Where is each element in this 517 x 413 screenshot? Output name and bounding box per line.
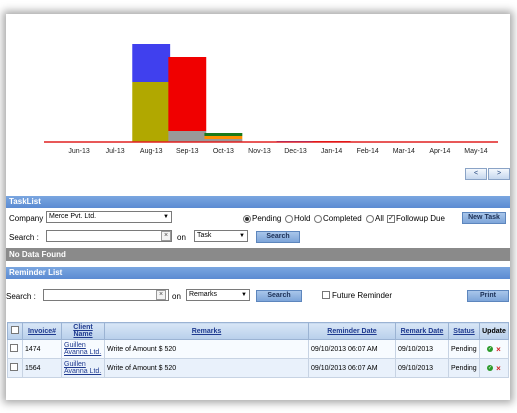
reminder-search-button[interactable]: Search <box>256 290 302 302</box>
update-cell: ✓ × <box>479 339 509 359</box>
status-cell: Pending <box>448 358 480 378</box>
reminder-table: Invoice# Client Name Remarks Reminder Da… <box>7 322 509 378</box>
select-all-header <box>7 322 23 340</box>
company-select-value: Merce Pvt. Ltd. <box>49 213 97 220</box>
task-search-button[interactable]: Search <box>256 231 300 243</box>
reminder-search-clear-icon[interactable]: × <box>156 290 166 300</box>
task-search-label: Search : <box>9 233 39 242</box>
x-tick-label: Apr-14 <box>429 148 450 155</box>
client-link[interactable]: Guillen Avanna Ltd. <box>64 342 101 356</box>
task-on-label: on <box>177 233 186 242</box>
x-tick-label: Sep-13 <box>176 148 199 155</box>
radio-all[interactable] <box>366 215 374 223</box>
remark-date-cell: 09/10/2013 <box>395 358 449 378</box>
x-tick-label: Dec-13 <box>284 148 307 155</box>
followup-label: Followup Due <box>396 214 445 223</box>
reminder-list-header: Reminder List <box>6 267 510 279</box>
chart-bar-oct-13-s5 <box>204 133 243 136</box>
client-link[interactable]: Guillen Avanna Ltd. <box>64 361 101 375</box>
future-reminder-checkbox[interactable] <box>322 291 330 299</box>
row-checkbox[interactable] <box>10 363 18 371</box>
tasklist-header: TaskList <box>6 196 510 208</box>
chart-bar-aug-13-s0 <box>132 82 171 142</box>
new-task-button[interactable]: New Task <box>462 212 506 224</box>
chart-bar-aug-13-s1 <box>132 44 171 82</box>
approve-icon[interactable]: ✓ <box>487 346 494 352</box>
x-tick-label: Jul-13 <box>106 148 125 155</box>
radio-completed-label: Completed <box>323 214 362 223</box>
radio-completed[interactable] <box>314 215 322 223</box>
remarks-cell: Write of Amount $ 520 <box>104 339 309 359</box>
print-button[interactable]: Print <box>467 290 509 302</box>
reminder-on-label: on <box>172 292 181 301</box>
reminder-date-cell: 09/10/2013 06:07 AM <box>308 358 396 378</box>
task-field-select[interactable]: Task ▼ <box>194 230 248 242</box>
app-frame: Jun-13 Jul-13 Aug-13 Sep-13 Oct-13 Nov-13 Dec-… <box>6 14 510 400</box>
x-tick-label: Aug-13 <box>140 148 163 155</box>
select-all-checkbox[interactable] <box>11 326 19 334</box>
column-header-invoice[interactable]: Invoice# <box>22 322 62 340</box>
company-select[interactable]: Merce Pvt. Ltd. ▼ <box>46 211 172 223</box>
x-tick-label: Mar-14 <box>393 148 415 155</box>
x-tick-label: Feb-14 <box>357 148 379 155</box>
table-row: 1564 Guillen Avanna Ltd. Write of Amount… <box>7 358 509 378</box>
radio-hold-label: Hold <box>294 214 311 223</box>
status-cell: Pending <box>448 339 480 359</box>
chart-tick-labels: Jun-13 Jul-13 Aug-13 Sep-13 Oct-13 Nov-13 Dec-… <box>68 148 487 155</box>
invoice-cell: 1564 <box>22 358 62 378</box>
chart-bar-sep-13-s2 <box>168 131 207 142</box>
radio-pending-label: Pending <box>252 214 282 223</box>
delete-icon[interactable]: × <box>496 364 501 373</box>
column-header-reminder-date[interactable]: Reminder Date <box>308 322 396 340</box>
approve-icon[interactable]: ✓ <box>487 365 494 371</box>
future-reminder-label: Future Reminder <box>332 291 393 300</box>
column-header-client[interactable]: Client Name <box>61 322 105 340</box>
reminder-field-select[interactable]: Remarks ▼ <box>186 289 250 301</box>
chart-bars <box>132 44 351 142</box>
x-tick-label: Nov-13 <box>248 148 271 155</box>
chevron-down-icon: ▼ <box>163 214 169 220</box>
prev-page-button[interactable]: < <box>465 168 487 180</box>
radio-hold[interactable] <box>285 215 293 223</box>
row-checkbox[interactable] <box>10 344 18 352</box>
radio-pending[interactable] <box>243 215 251 223</box>
column-header-remark-date[interactable]: Remark Date <box>395 322 449 340</box>
x-tick-label: Jun-13 <box>68 148 90 155</box>
invoice-cell: 1474 <box>22 339 62 359</box>
chevron-down-icon: ▼ <box>239 233 245 239</box>
x-tick-label: May-14 <box>464 148 487 155</box>
reminder-search-label: Search : <box>6 292 36 301</box>
x-tick-label: Oct-13 <box>213 148 234 155</box>
chart: Jun-13 Jul-13 Aug-13 Sep-13 Oct-13 Nov-13 Dec-… <box>44 44 498 155</box>
column-header-update: Update <box>479 322 509 340</box>
task-search-input[interactable] <box>46 230 172 242</box>
table-header-row: Invoice# Client Name Remarks Reminder Da… <box>7 322 509 340</box>
column-header-status[interactable]: Status <box>448 322 480 340</box>
remarks-cell: Write of Amount $ 520 <box>104 358 309 378</box>
remark-date-cell: 09/10/2013 <box>395 339 449 359</box>
chevron-down-icon: ▼ <box>241 292 247 298</box>
radio-all-label: All <box>375 214 384 223</box>
reminder-date-cell: 09/10/2013 06:07 AM <box>308 339 396 359</box>
update-cell: ✓ × <box>479 358 509 378</box>
table-row: 1474 Guillen Avanna Ltd. Write of Amount… <box>7 339 509 359</box>
followup-checkbox[interactable]: ✓ <box>387 215 395 223</box>
column-header-remarks[interactable]: Remarks <box>104 322 309 340</box>
chart-bar-oct-13-s4 <box>204 136 243 139</box>
task-search-clear-icon[interactable]: × <box>161 231 171 241</box>
company-label: Company : <box>9 214 48 223</box>
next-page-button[interactable]: > <box>488 168 510 180</box>
delete-icon[interactable]: × <box>496 345 501 354</box>
no-data-message: No Data Found <box>6 248 510 261</box>
task-field-select-value: Task <box>197 232 212 239</box>
x-tick-label: Jan-14 <box>321 148 343 155</box>
chart-bar-sep-13-s3 <box>168 57 207 131</box>
reminder-field-select-value: Remarks <box>189 291 218 298</box>
reminder-search-input[interactable] <box>43 289 169 301</box>
